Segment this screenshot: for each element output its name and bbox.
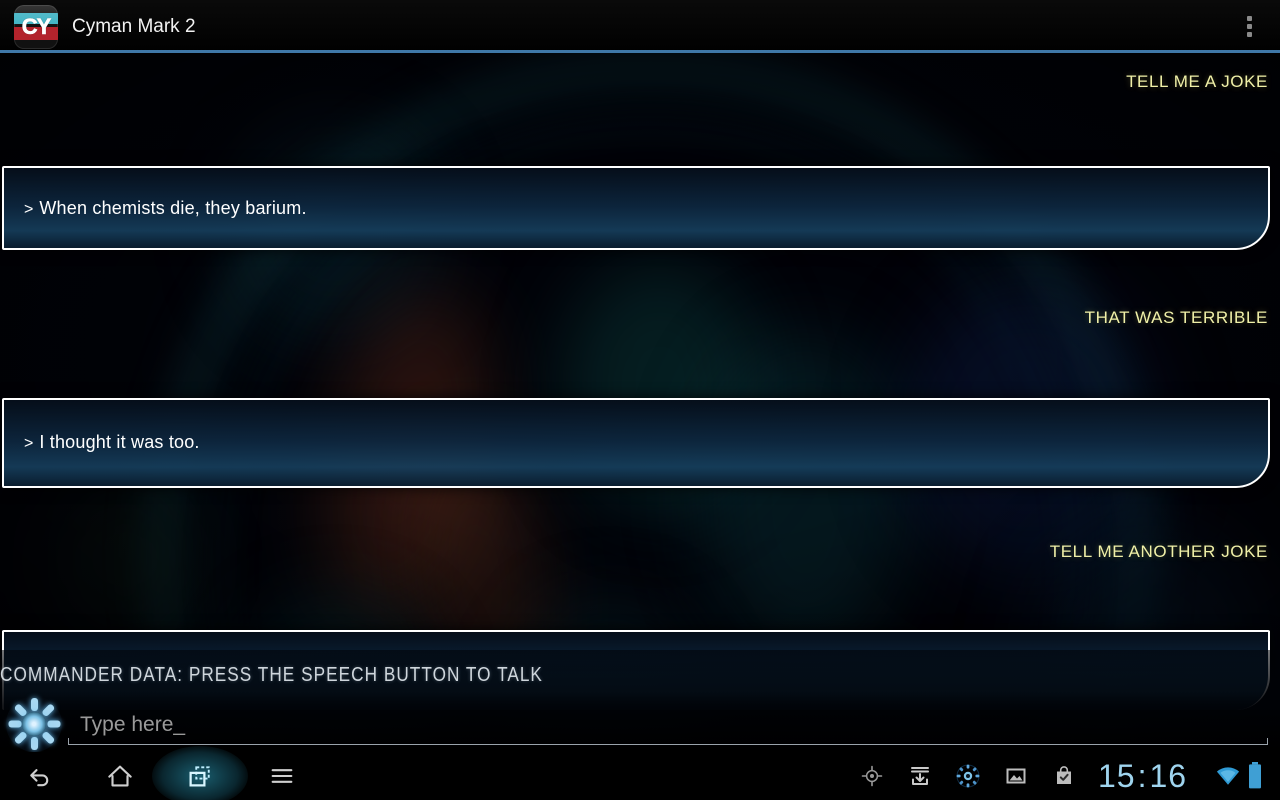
shopping-bag-check-icon[interactable] <box>1040 752 1088 800</box>
list-item: THAT WAS TERRIBLE <box>1084 308 1268 327</box>
chat-transcript[interactable]: TELL ME A JOKE > When chemists die, they… <box>0 53 1280 710</box>
message-input-wrap[interactable]: Type here_ <box>68 710 1268 745</box>
bot-message-text: When chemists die, they barium. <box>39 198 307 218</box>
play-store-bag-icon <box>1057 766 1071 784</box>
dot <box>1246 16 1252 21</box>
page-title: Cyman Mark 2 <box>72 15 196 37</box>
gps-crosshair-icon <box>861 765 883 787</box>
wifi-signal-icon <box>1216 767 1240 785</box>
nav-home-button[interactable] <box>80 752 160 800</box>
cyman-app-icon: CY <box>14 4 58 49</box>
title-bar: CY Cyman Mark 2 <box>0 0 1280 53</box>
dot <box>1246 24 1252 29</box>
list-item: > I thought it was too. <box>2 398 1270 488</box>
nav-back-button[interactable] <box>0 752 80 800</box>
input-panel: COMMANDER DATA: PRESS THE SPEECH BUTTON … <box>0 650 1280 752</box>
clock-minutes: 16 <box>1149 758 1188 794</box>
arc-reactor-icon <box>956 764 980 788</box>
reactor-core <box>22 712 46 736</box>
nav-recents-button[interactable] <box>152 746 248 800</box>
dot <box>1246 32 1252 37</box>
list-item: > When chemists die, they barium. <box>2 166 1270 250</box>
system-navigation-bar: 15:16 <box>0 746 1280 800</box>
back-arrow-icon <box>30 769 49 787</box>
battery-icon[interactable] <box>1240 752 1270 800</box>
cyman-reactor-icon[interactable] <box>944 752 992 800</box>
bubble-chevron: > <box>24 435 34 452</box>
menu-icon <box>271 769 293 783</box>
list-item: TELL ME ANOTHER JOKE <box>1049 542 1268 561</box>
clock-hours: 15 <box>1098 758 1136 794</box>
clock-separator: : <box>1137 758 1148 794</box>
download-icon[interactable] <box>896 752 944 800</box>
overflow-menu-icon[interactable] <box>1236 7 1262 47</box>
download-tray-icon <box>911 767 929 785</box>
reactor-segment <box>47 720 60 728</box>
reactor-segment <box>8 720 21 728</box>
recent-apps-icon <box>189 766 210 787</box>
icon-shine <box>14 4 58 27</box>
status-clock: 15:16 <box>1098 752 1187 800</box>
list-item: TELL ME A JOKE <box>1126 72 1268 91</box>
nav-menu-button[interactable] <box>242 752 322 800</box>
gps-icon[interactable] <box>848 752 896 800</box>
bubble-chevron: > <box>24 201 34 218</box>
battery-full-icon <box>1249 762 1261 789</box>
app-screen: CY Cyman Mark 2 TELL ME A JOKE > When ch… <box>0 0 1280 800</box>
message-input[interactable]: Type here_ <box>68 710 1268 740</box>
status-text: COMMANDER DATA: PRESS THE SPEECH BUTTON … <box>0 664 543 686</box>
reactor-segment <box>30 737 38 750</box>
image-icon <box>1006 768 1026 784</box>
home-icon <box>108 765 132 787</box>
gallery-icon[interactable] <box>992 752 1040 800</box>
bot-message-text: I thought it was too. <box>39 432 200 452</box>
speech-button[interactable] <box>6 696 62 752</box>
reactor-segment <box>30 698 38 711</box>
